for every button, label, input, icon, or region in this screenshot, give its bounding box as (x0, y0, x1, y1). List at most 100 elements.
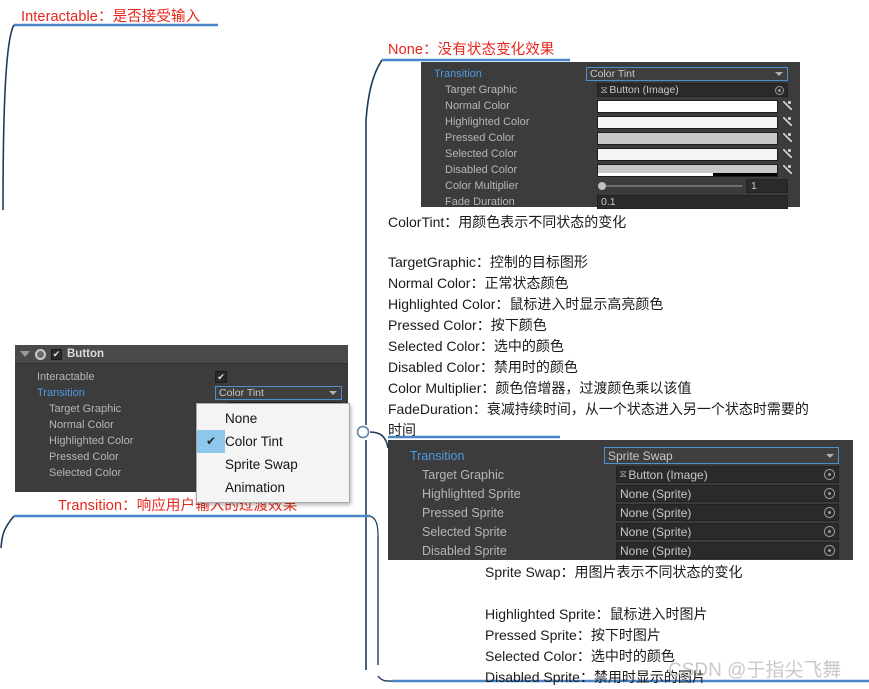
row-highlighted-color[interactable]: Highlighted Color (421, 114, 796, 130)
value-ss-target-graphic: Button (Image) (628, 467, 708, 482)
field-ss-highlighted-sprite[interactable]: None (Sprite) (616, 485, 839, 502)
value-ss-highlighted-sprite: None (Sprite) (620, 486, 692, 501)
chevron-down-icon (329, 391, 337, 395)
eyedropper-icon[interactable] (781, 116, 792, 129)
eyedropper-icon[interactable] (781, 132, 792, 145)
dropdown-label-none: None (225, 411, 258, 426)
object-picker-icon[interactable] (824, 488, 835, 499)
connector-bottom-elbow (377, 675, 397, 682)
foldout-arrow-icon[interactable] (20, 351, 30, 357)
component-header-button[interactable]: ✔ Button (15, 345, 348, 364)
row-ss-pressed-sprite[interactable]: Pressed Sprite None (Sprite) (388, 503, 849, 522)
label-ss-target-graphic: Target Graphic (422, 467, 504, 482)
field-ss-pressed-sprite[interactable]: None (Sprite) (616, 504, 839, 521)
row-interactable[interactable]: Interactable ✔ (15, 369, 348, 385)
row-ss-disabled-sprite[interactable]: Disabled Sprite None (Sprite) (388, 541, 849, 560)
eyedropper-icon[interactable] (781, 148, 792, 161)
spriteswap-desc-title: Sprite Swap：用图片表示不同状态的变化 (485, 564, 743, 580)
eyedropper-icon[interactable] (781, 100, 792, 113)
colortint-desc-line-2: Highlighted Color：鼠标进入时显示高亮颜色 (388, 296, 664, 312)
sprite-swap-inspector-panel[interactable]: Transition Sprite Swap Target Graphic ⧖ … (388, 440, 853, 560)
row-pressed-color[interactable]: Pressed Color (421, 130, 796, 146)
value-ss-selected-sprite: None (Sprite) (620, 524, 692, 539)
swatch-pressed-color[interactable] (597, 131, 778, 145)
label-disabled-color: Disabled Color (445, 164, 518, 176)
row-ss-highlighted-sprite[interactable]: Highlighted Sprite None (Sprite) (388, 484, 849, 503)
swatch-highlighted-color[interactable] (597, 115, 778, 129)
row-ss-transition[interactable]: Transition Sprite Swap (388, 446, 849, 465)
value-color-multiplier[interactable]: 1 (746, 179, 788, 193)
spriteswap-desc-line-0: Highlighted Sprite：鼠标进入时图片 (485, 606, 708, 622)
connector-transition-tail (0, 515, 15, 549)
label-transition-button: Transition (37, 387, 85, 399)
row-transition-button[interactable]: Transition Color Tint (15, 385, 348, 401)
chevron-down-icon (775, 72, 783, 76)
slider-color-multiplier[interactable] (597, 180, 746, 193)
colortint-desc-line-1: Normal Color：正常状态颜色 (388, 275, 569, 291)
check-icon: ✔ (197, 430, 225, 453)
colortint-desc-title: ColorTint：用颜色表示不同状态的变化 (388, 214, 627, 230)
label-normal-color: Normal Color (445, 100, 510, 112)
image-component-icon: ⧖ (619, 469, 627, 479)
object-picker-icon[interactable] (824, 469, 835, 480)
chevron-down-icon (826, 453, 834, 458)
mindmap-node-circle[interactable] (356, 425, 370, 439)
object-picker-icon[interactable] (824, 526, 835, 537)
value-target-graphic: Button (Image) (609, 84, 679, 96)
colortint-desc-line-7: FadeDuration：衰减持续时间，从一个状态进入另一个状态时需要的 (388, 401, 809, 417)
connector-spriteswap-elbow (369, 431, 389, 449)
field-ss-selected-sprite[interactable]: None (Sprite) (616, 523, 839, 540)
field-ss-disabled-sprite[interactable]: None (Sprite) (616, 542, 839, 559)
connector-none-tail (365, 59, 383, 121)
button-component-icon (35, 348, 46, 360)
row-fade-duration[interactable]: Fade Duration 0.1 (421, 194, 796, 210)
label-fade-duration: Fade Duration (445, 196, 515, 208)
value-ss-transition: Sprite Swap (608, 448, 673, 463)
row-transition[interactable]: Transition Color Tint (421, 66, 796, 82)
swatch-selected-color[interactable] (597, 147, 778, 161)
dropdown-label-animation: Animation (225, 480, 286, 495)
component-enabled-checkbox[interactable]: ✔ (51, 348, 62, 360)
label-highlighted-color: Highlighted Color (445, 116, 530, 128)
label-target-graphic: Target Graphic (445, 84, 518, 96)
row-color-multiplier[interactable]: Color Multiplier 1 (421, 178, 796, 194)
spriteswap-desc-line-2: Selected Color：选中时的颜色 (485, 648, 675, 664)
field-transition-popup[interactable]: Color Tint (586, 67, 788, 81)
label-pressed-color: Pressed Color (445, 132, 515, 144)
checkbox-interactable[interactable]: ✔ (215, 371, 227, 383)
image-component-icon: ⧖ (600, 84, 608, 95)
swatch-disabled-color[interactable] (597, 163, 778, 177)
dropdown-item-sprite-swap[interactable]: Sprite Swap (197, 453, 349, 476)
field-fade-duration[interactable]: 0.1 (597, 195, 788, 209)
field-transition-popup-button[interactable]: Color Tint (215, 386, 342, 400)
row-ss-target-graphic[interactable]: Target Graphic ⧖ Button (Image) (388, 465, 849, 484)
dropdown-item-none[interactable]: None (197, 407, 349, 430)
object-picker-icon[interactable] (824, 507, 835, 518)
component-title: Button (67, 348, 105, 360)
row-normal-color[interactable]: Normal Color (421, 98, 796, 114)
color-tint-inspector-panel[interactable]: Transition Color Tint Target Graphic ⧖ B… (421, 62, 800, 210)
label-ss-disabled-sprite: Disabled Sprite (422, 543, 507, 558)
label-ss-selected-sprite: Selected Sprite (422, 524, 507, 539)
swatch-normal-color[interactable] (597, 99, 778, 113)
field-ss-transition-popup[interactable]: Sprite Swap (604, 447, 839, 464)
row-target-graphic[interactable]: Target Graphic ⧖ Button (Image) (421, 82, 796, 98)
slider-knob[interactable] (598, 182, 606, 190)
label-color-multiplier: Color Multiplier (445, 180, 519, 192)
dropdown-item-color-tint[interactable]: ✔ Color Tint (197, 430, 349, 453)
annotation-interactable: Interactable：是否接受输入 (21, 9, 201, 25)
field-ss-target-graphic[interactable]: ⧖ Button (Image) (616, 466, 839, 483)
transition-dropdown-menu[interactable]: None ✔ Color Tint Sprite Swap Animation (196, 403, 350, 503)
dropdown-item-animation[interactable]: Animation (197, 476, 349, 499)
row-selected-color[interactable]: Selected Color (421, 146, 796, 162)
object-picker-icon[interactable] (824, 545, 835, 556)
row-disabled-color[interactable]: Disabled Color (421, 162, 796, 178)
colortint-desc-line-0: TargetGraphic：控制的目标图形 (388, 254, 588, 270)
dropdown-check-sprite-swap (197, 453, 225, 476)
field-target-graphic[interactable]: ⧖ Button (Image) (597, 83, 788, 97)
value-transition: Color Tint (590, 68, 635, 80)
dropdown-check-none (197, 407, 225, 430)
row-ss-selected-sprite[interactable]: Selected Sprite None (Sprite) (388, 522, 849, 541)
eyedropper-icon[interactable] (781, 164, 792, 177)
object-picker-icon[interactable] (775, 85, 784, 95)
